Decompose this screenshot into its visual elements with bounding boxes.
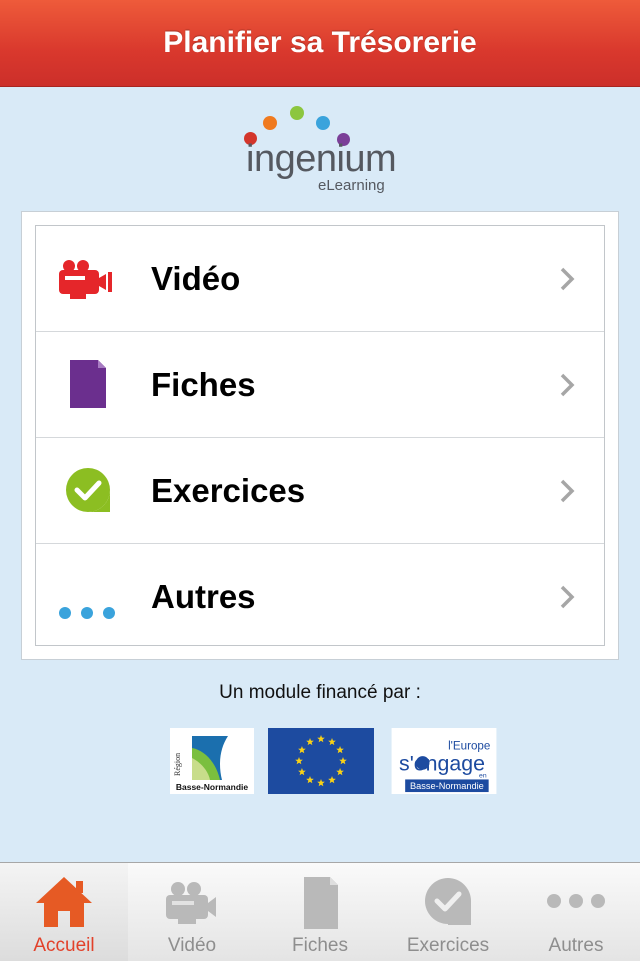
- menu-label-video: Vidéo: [151, 260, 241, 297]
- more-dots-icon: [59, 607, 115, 619]
- menu-item-autres[interactable]: Autres: [36, 544, 604, 650]
- more-dots-icon: [547, 894, 605, 908]
- region-basse-normandie-logo: Région Basse-Normandie: [170, 728, 254, 794]
- main-menu: Vidéo Fiches Exercices Autres: [35, 225, 605, 646]
- tab-label-autres: Autres: [548, 935, 604, 956]
- menu-item-exercices[interactable]: Exercices: [36, 438, 604, 544]
- nav-bar: Planifier sa Trésorerie: [0, 0, 640, 87]
- chevron-right-icon: [560, 585, 575, 609]
- logo-wordmark: ingenium: [246, 138, 397, 180]
- page-title: Planifier sa Trésorerie: [163, 26, 477, 59]
- menu-label-exercices: Exercices: [151, 472, 306, 509]
- tab-label-accueil: Accueil: [33, 935, 95, 956]
- check-bubble-icon: [66, 468, 110, 512]
- tab-bar: Accueil Vidéo Fiches Exercices Autres: [0, 862, 640, 961]
- chevron-right-icon: [560, 479, 575, 503]
- home-icon: [36, 877, 92, 927]
- tab-label-video: Vidéo: [167, 935, 217, 956]
- check-bubble-icon: [425, 878, 471, 925]
- tab-label-exercices: Exercices: [406, 935, 490, 956]
- menu-label-autres: Autres: [151, 578, 256, 615]
- region-label: Région: [173, 753, 182, 776]
- logo-dot-green: [290, 106, 304, 120]
- chevron-right-icon: [560, 267, 575, 291]
- menu-item-fiches[interactable]: Fiches: [36, 332, 604, 438]
- video-camera-icon: [166, 882, 216, 924]
- menu-label-fiches: Fiches: [151, 366, 256, 403]
- basse-normandie-label: Basse-Normandie: [410, 781, 484, 791]
- logo-dot-orange: [263, 116, 277, 130]
- ingenium-logo: ingenium eLearning: [238, 100, 408, 200]
- document-icon: [70, 360, 106, 408]
- tab-autres[interactable]: Autres: [512, 863, 640, 961]
- document-icon: [304, 877, 338, 929]
- tab-video[interactable]: Vidéo: [128, 863, 256, 961]
- menu-item-video[interactable]: Vidéo: [36, 226, 604, 332]
- region-name: Basse-Normandie: [176, 782, 249, 792]
- europe-s-engage-logo: l'Europe s'engage en Basse-Normandie: [391, 728, 497, 794]
- tab-label-fiches: Fiches: [292, 935, 348, 956]
- tab-accueil[interactable]: Accueil: [0, 863, 128, 961]
- en-label: en: [479, 773, 487, 780]
- europe-label: l'Europe: [448, 739, 490, 752]
- engage-label: s'engage: [399, 752, 485, 776]
- tab-fiches[interactable]: Fiches: [256, 863, 384, 961]
- video-camera-icon: [59, 260, 112, 299]
- chevron-right-icon: [560, 373, 575, 397]
- logo-subtitle: eLearning: [318, 177, 385, 194]
- funding-caption: Un module financé par :: [219, 682, 421, 703]
- logo-dot-blue: [316, 116, 330, 130]
- tab-exercices[interactable]: Exercices: [384, 863, 512, 961]
- european-union-flag: [268, 728, 374, 794]
